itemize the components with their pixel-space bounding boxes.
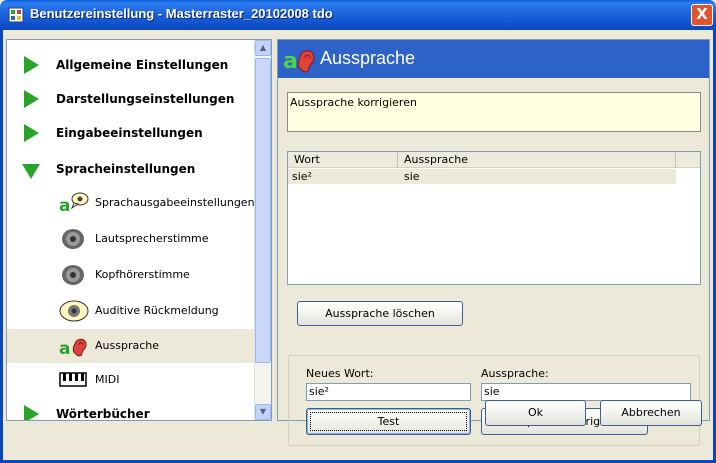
test-button[interactable]: Test: [306, 408, 471, 435]
panel-header: a Aussprache: [278, 40, 709, 78]
close-button[interactable]: X: [691, 4, 713, 26]
nav-item-label: Kopfhörerstimme: [95, 268, 190, 281]
collapse-arrow-icon: [22, 164, 40, 179]
settings-grid-icon: [8, 7, 24, 23]
nav-item-lautsprecherstimme[interactable]: Lautsprecherstimme: [7, 222, 255, 256]
nav-item-aussprache[interactable]: a Aussprache: [7, 329, 255, 363]
nav-item-spracheinstellungen[interactable]: Spracheinstellungen: [7, 152, 255, 186]
ear-icon: a: [59, 338, 87, 358]
audio-feedback-icon: [59, 300, 89, 322]
piano-keys-icon: [59, 372, 87, 387]
svg-text:a: a: [59, 339, 70, 358]
speech-bubble-icon: a: [59, 192, 89, 215]
nav-item-sprachausgabeeinstellungen[interactable]: a Sprachausgabeeinstellungen: [7, 186, 255, 220]
nav-item-label: Auditive Rückmeldung: [95, 304, 219, 317]
svg-text:a: a: [283, 49, 298, 74]
nav-item-label: Sprachausgabeeinstellungen: [95, 196, 255, 209]
nav-item-label: MIDI: [95, 373, 120, 386]
nav-item-auditive-rueckmeldung[interactable]: Auditive Rückmeldung: [7, 294, 255, 328]
scroll-down-arrow-icon[interactable]: ▼: [255, 404, 271, 420]
svg-text:a: a: [59, 196, 70, 215]
nav-item-midi[interactable]: MIDI: [7, 363, 255, 397]
nav-item-kopfhoererstimme[interactable]: Kopfhörerstimme: [7, 258, 255, 292]
ok-button[interactable]: Ok: [485, 400, 586, 426]
pronunciation-list[interactable]: Wort Aussprache sie² sie: [287, 151, 701, 285]
expand-arrow-icon: [24, 90, 39, 108]
new-word-input[interactable]: sie²: [306, 383, 471, 401]
settings-navigation[interactable]: Allgemeine Einstellungen Darstellungsein…: [6, 39, 272, 421]
expand-arrow-icon: [24, 405, 39, 420]
expand-arrow-icon: [24, 124, 39, 142]
cell-aussprache: sie: [404, 170, 420, 183]
table-row[interactable]: sie² sie: [288, 169, 676, 184]
speaker-icon: [62, 229, 84, 249]
nav-item-label: Aussprache: [95, 339, 159, 352]
settings-panel: a Aussprache Aussprache korrigieren Wort…: [277, 39, 710, 446]
nav-item-label: Wörterbücher: [56, 407, 150, 421]
column-header-aussprache[interactable]: Aussprache: [398, 152, 676, 168]
delete-pronunciation-button[interactable]: Aussprache löschen: [297, 301, 463, 326]
column-header-wort[interactable]: Wort: [288, 152, 398, 168]
window-title: Benutzereinstellung - Masterraster_20102…: [30, 6, 333, 21]
pronunciation-input[interactable]: sie: [481, 383, 691, 401]
panel-body: Aussprache korrigieren Wort Aussprache s…: [278, 78, 709, 446]
nav-item-allgemeine-einstellungen[interactable]: Allgemeine Einstellungen: [7, 48, 255, 82]
ear-icon: a: [283, 49, 315, 74]
info-box: Aussprache korrigieren: [287, 92, 701, 132]
nav-scrollbar[interactable]: ▲ ▼: [254, 40, 271, 420]
list-header: Wort Aussprache: [288, 152, 700, 168]
nav-item-label: Lautsprecherstimme: [95, 232, 209, 245]
new-word-label: Neues Wort:: [306, 367, 374, 380]
expand-arrow-icon: [24, 56, 39, 74]
cancel-button[interactable]: Abbrechen: [600, 400, 702, 426]
cell-wort: sie²: [292, 170, 312, 183]
nav-item-label: Allgemeine Einstellungen: [56, 58, 229, 72]
nav-item-label: Spracheinstellungen: [56, 162, 196, 176]
pronunciation-label: Aussprache:: [481, 367, 549, 380]
speaker-icon: [62, 265, 84, 285]
scrollbar-thumb[interactable]: [255, 58, 271, 363]
nav-item-label: Darstellungseinstellungen: [56, 92, 235, 106]
nav-item-darstellungseinstellungen[interactable]: Darstellungseinstellungen: [7, 82, 255, 116]
focus-rectangle: [310, 412, 467, 431]
title-bar[interactable]: Benutzereinstellung - Masterraster_20102…: [0, 0, 716, 30]
panel-title: Aussprache: [320, 48, 416, 68]
nav-item-eingabeeinstellungen[interactable]: Eingabeeinstellungen: [7, 116, 255, 150]
nav-item-woerterbuecher[interactable]: Wörterbücher: [7, 397, 255, 421]
nav-item-label: Eingabeeinstellungen: [56, 126, 203, 140]
scroll-up-arrow-icon[interactable]: ▲: [255, 40, 271, 56]
